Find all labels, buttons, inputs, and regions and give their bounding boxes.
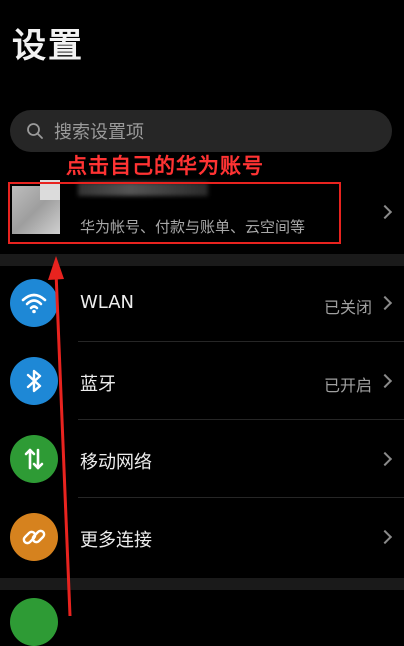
annotation-arrow [48, 256, 72, 616]
